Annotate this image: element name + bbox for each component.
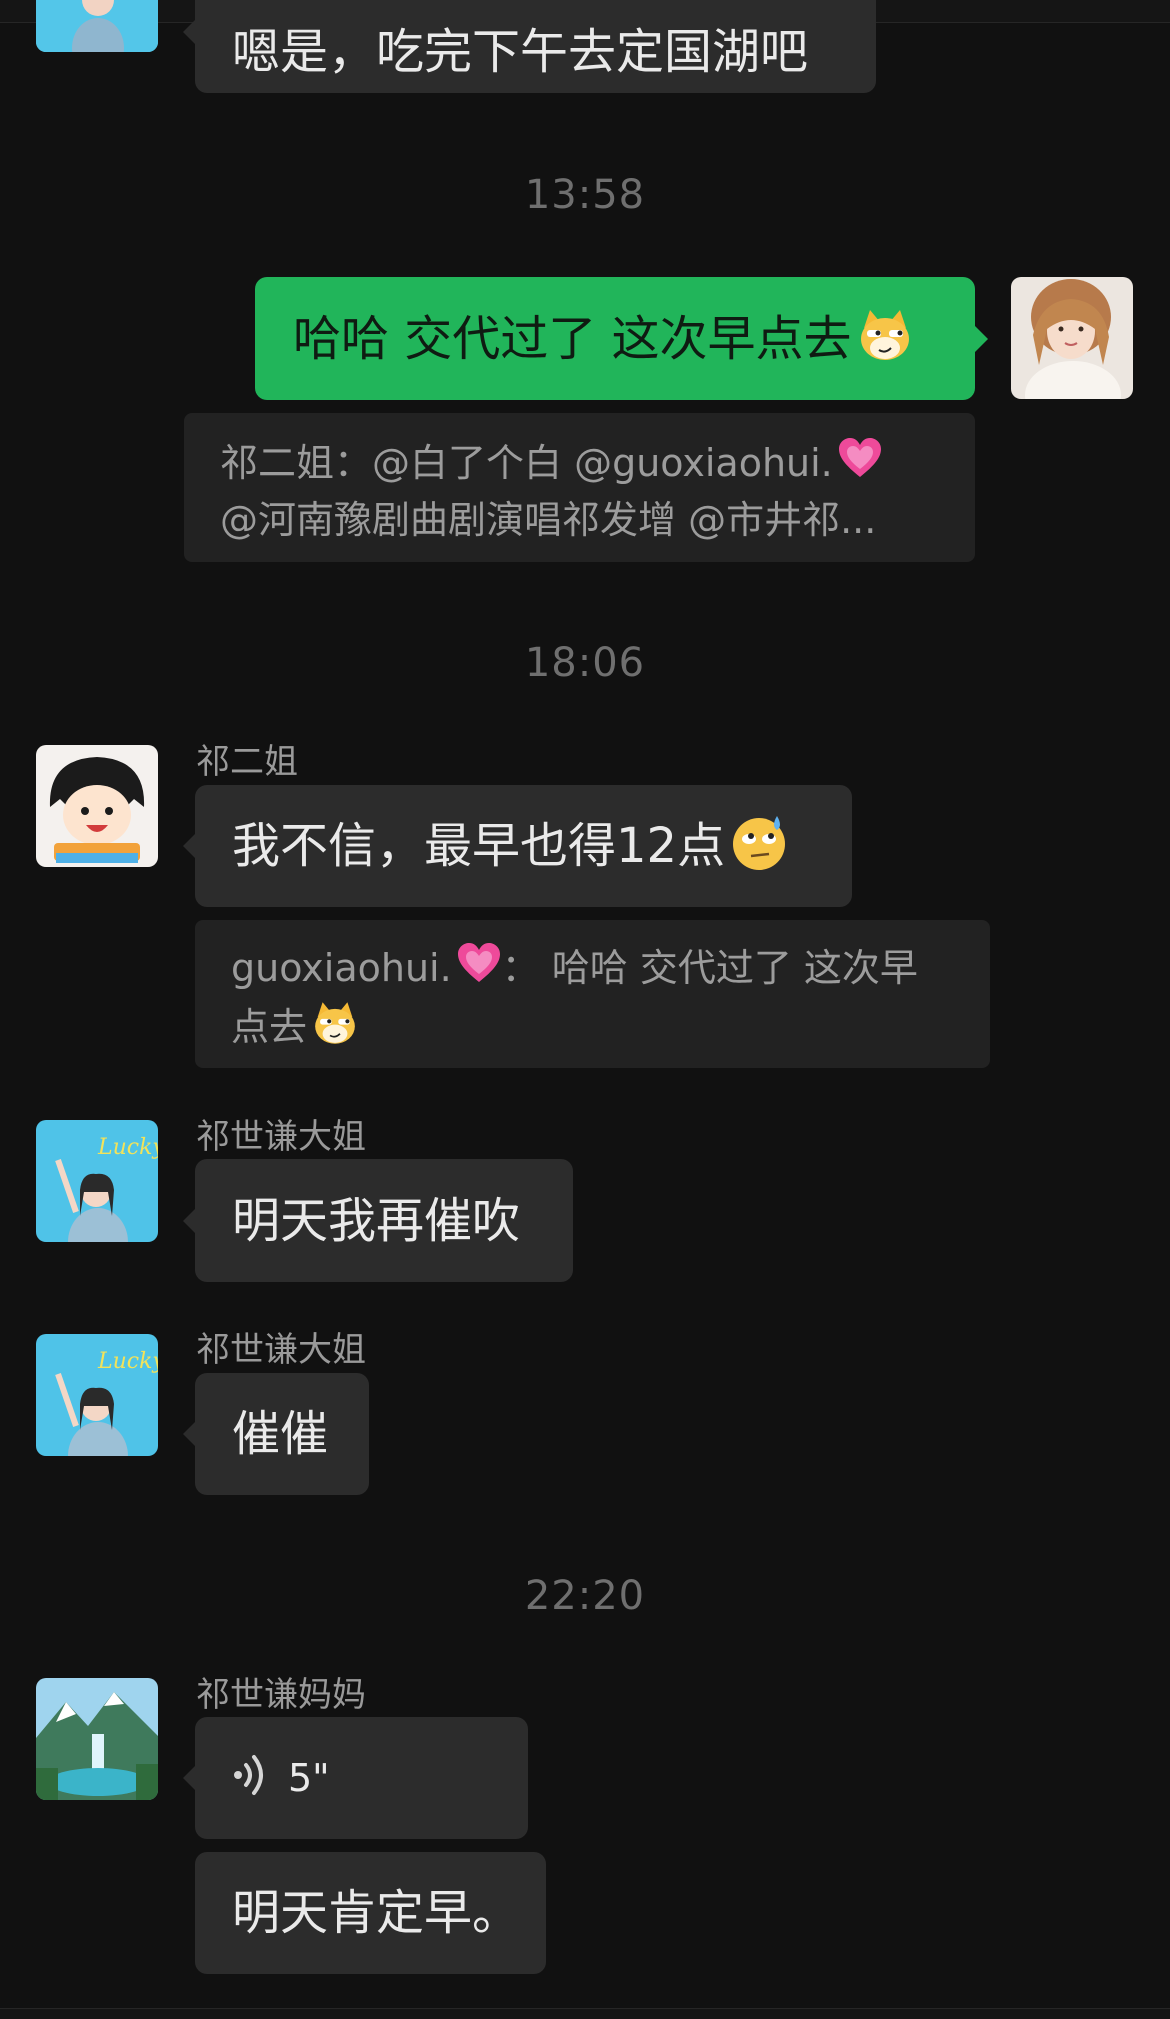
sender-name: 祁世谦大姐: [196, 1117, 366, 1157]
my-avatar[interactable]: [1011, 277, 1133, 399]
avatar[interactable]: [36, 745, 158, 867]
avatar[interactable]: [36, 1678, 158, 1800]
sender-name: 祁世谦妈妈: [196, 1675, 366, 1715]
timestamp: 13:58: [524, 172, 646, 218]
voice-wave-icon: [232, 1751, 268, 1805]
sweat-rolling-eyes-emoji: [729, 812, 789, 880]
sender-name: 祁二姐: [196, 742, 298, 782]
cat-smirk-emoji: [311, 999, 359, 1060]
svg-text:Lucky: Lucky: [97, 1349, 158, 1374]
cat-smirk-emoji: [856, 306, 914, 372]
message-bubble[interactable]: 催催: [183, 1373, 369, 1495]
pink-heart-emoji: [837, 437, 883, 494]
quoted-reply[interactable]: 祁二姐：@白了个白 @guoxiaohui. @河南豫剧曲剧演唱祁发增 @市井祁…: [184, 413, 975, 562]
pink-heart-emoji: [456, 942, 502, 999]
timestamp: 18:06: [524, 640, 646, 686]
avatar[interactable]: [36, 0, 158, 52]
voice-message-bubble[interactable]: 5": [183, 1717, 528, 1839]
quoted-reply[interactable]: guoxiaohui. ： 哈哈 交代过了 这次早 点去: [195, 920, 990, 1068]
message-bubble[interactable]: 明天肯定早。: [195, 1852, 546, 1974]
voice-duration: 5": [288, 1756, 330, 1800]
timestamp: 22:20: [524, 1573, 646, 1619]
message-bubble[interactable]: 我不信，最早也得12点: [183, 785, 852, 907]
sender-name: 祁世谦大姐: [196, 1330, 366, 1370]
avatar[interactable]: Lucky: [36, 1120, 158, 1242]
svg-text:Lucky: Lucky: [97, 1135, 158, 1160]
message-bubble[interactable]: 明天我再催吹: [183, 1159, 573, 1282]
message-bubble[interactable]: 嗯是，吃完下午去定国湖吧: [183, 0, 876, 93]
avatar[interactable]: Lucky: [36, 1334, 158, 1456]
my-message-bubble[interactable]: 哈哈 交代过了 这次早点去: [255, 277, 988, 400]
bottom-divider: [0, 2008, 1170, 2019]
